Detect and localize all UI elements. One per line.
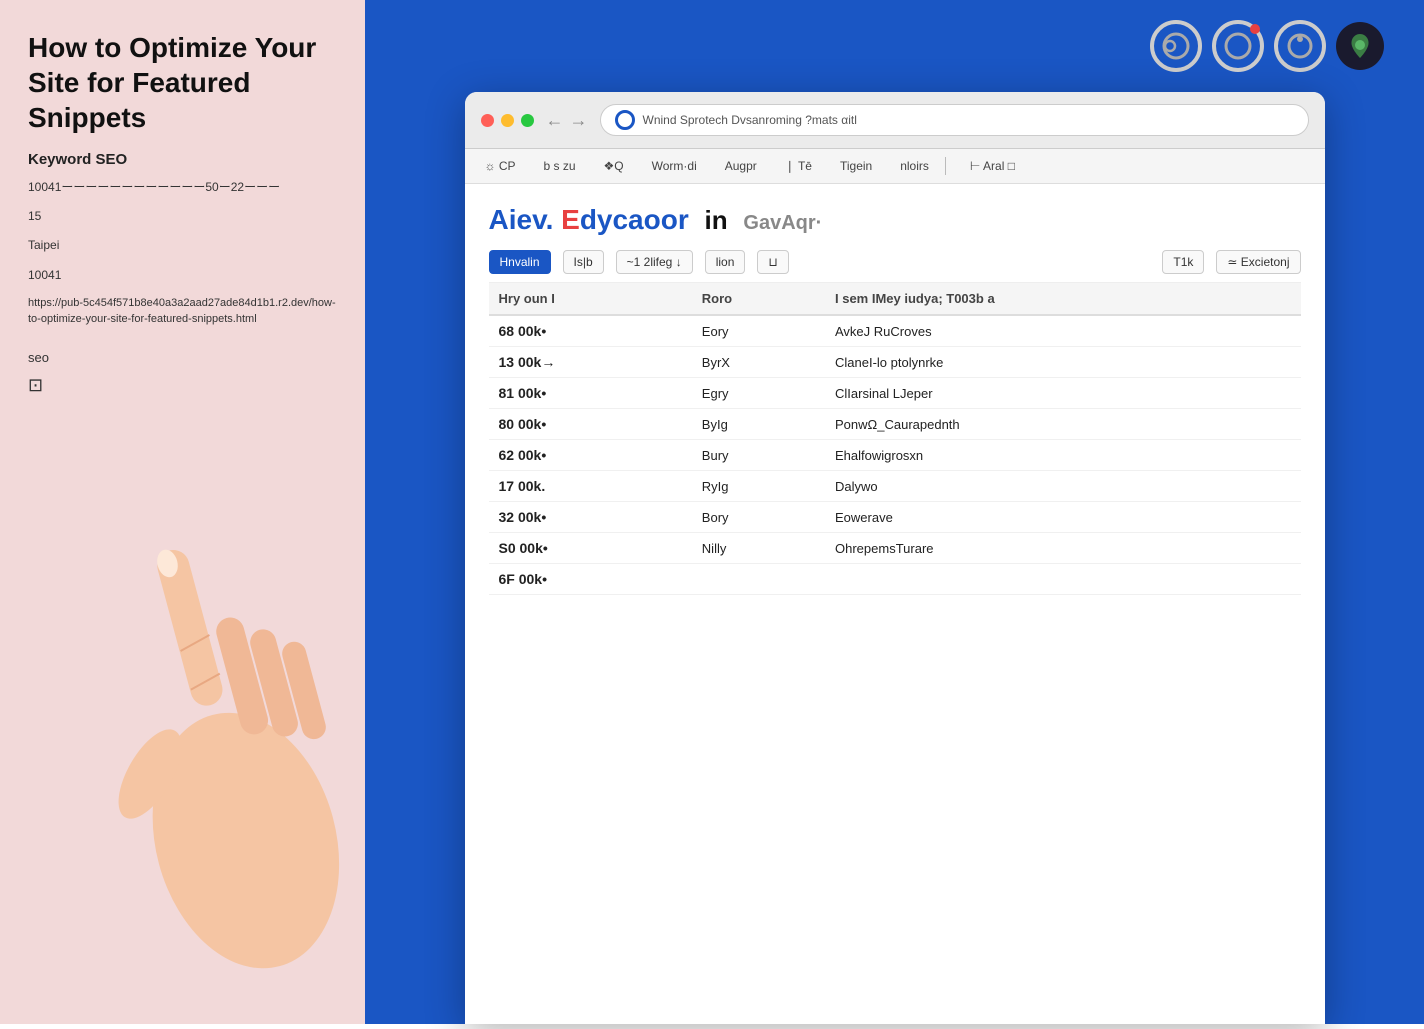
- traffic-light-yellow[interactable]: [501, 114, 514, 127]
- meta-city: Taipei: [28, 236, 337, 255]
- table-cell-col2-6: Bory: [692, 502, 825, 533]
- browser-window: ← → Wnind Sprotech Dvsanroming ?mats αit…: [465, 92, 1325, 1024]
- table-cell-col2-5: RyIg: [692, 471, 825, 502]
- tab-tigein[interactable]: Tigein: [836, 157, 876, 175]
- table-row: 32 00k•BoryEowerave: [489, 502, 1301, 533]
- table-cell-col3-7: OhrepemsTurare: [825, 533, 1301, 564]
- tab-nloirs[interactable]: nloirs: [896, 157, 946, 175]
- table-cell-col2-3: ByIg: [692, 409, 825, 440]
- table-row: 81 00k•EgryClIarsinal LJeper: [489, 378, 1301, 409]
- table-cell-col3-1: ClaneI-lo ptolynrke: [825, 347, 1301, 378]
- tab-augpr[interactable]: Augpr: [721, 157, 761, 175]
- table-cell-col2-4: Bury: [692, 440, 825, 471]
- table-cell-col3-5: Dalywo: [825, 471, 1301, 502]
- table-cell-vol-0: 68 00k•: [489, 315, 692, 347]
- meta-num: 15: [28, 207, 337, 226]
- table-cell-col2-0: Eory: [692, 315, 825, 347]
- tab-2[interactable]: ❖Q: [600, 157, 628, 175]
- table-cell-col2-7: Nilly: [692, 533, 825, 564]
- content-title-in: in: [705, 205, 728, 235]
- table-cell-vol-1: 13 00k→: [489, 347, 692, 378]
- data-table: Hry oun I Roro I sem IMey iudya; T003b a…: [489, 283, 1301, 595]
- top-icon-4: [1336, 22, 1384, 70]
- toolbar-btn-isb[interactable]: Is|b: [563, 250, 604, 274]
- table-cell-col3-0: AvkeJ RuCroves: [825, 315, 1301, 347]
- table-cell-col2-8: [692, 564, 825, 595]
- meta-id: 10041ーーーーーーーーーーーー50ー22ーーー: [28, 178, 337, 197]
- tag-seo: seo: [28, 350, 337, 365]
- top-icon-1: [1150, 20, 1202, 72]
- content-title-sub: GavAqr·: [743, 212, 822, 234]
- col-header-desc: I sem IMey iudya; T003b a: [825, 283, 1301, 315]
- table-cell-col3-4: Ehalfowigrosxn: [825, 440, 1301, 471]
- meta-code: 10041: [28, 266, 337, 285]
- table-row: 13 00k→ByrXClaneI-lo ptolynrke: [489, 347, 1301, 378]
- browser-chrome: ← → Wnind Sprotech Dvsanroming ?mats αit…: [465, 92, 1325, 149]
- table-cell-col2-2: Egry: [692, 378, 825, 409]
- tab-1[interactable]: b s zu: [540, 157, 580, 175]
- table-row: 17 00k.RyIgDalywo: [489, 471, 1301, 502]
- col-header-vol: Hry oun I: [489, 283, 692, 315]
- col-header-roro: Roro: [692, 283, 825, 315]
- table-toolbar: Hnvalin Is|b ~1 2lifeg ↓ lion ⊔ T1k ≃ Ex…: [489, 242, 1301, 283]
- table-cell-vol-7: S0 00k•: [489, 533, 692, 564]
- table-cell-col3-8: [825, 564, 1301, 595]
- toolbar-btn-icon5[interactable]: ⊔: [757, 250, 788, 274]
- table-header-row: Hry oun I Roro I sem IMey iudya; T003b a: [489, 283, 1301, 315]
- table-cell-col2-1: ByrX: [692, 347, 825, 378]
- table-cell-vol-4: 62 00k•: [489, 440, 692, 471]
- tab-te[interactable]: ❘ Tē: [781, 157, 816, 175]
- table-cell-vol-8: 6F 00k•: [489, 564, 692, 595]
- toolbar-btn-lion[interactable]: lion: [705, 250, 746, 274]
- traffic-light-green[interactable]: [521, 114, 534, 127]
- tab-0[interactable]: ☼ CP: [481, 157, 520, 175]
- tab-aral[interactable]: ⊢ Aral □: [966, 157, 1019, 175]
- toolbar-btn-excietonj[interactable]: ≃ Excietonj: [1216, 250, 1300, 274]
- nav-forward-icon[interactable]: →: [570, 110, 588, 131]
- top-icon-3: [1274, 20, 1326, 72]
- table-cell-vol-6: 32 00k•: [489, 502, 692, 533]
- table-row: 68 00k•EoryAvkeJ RuCroves: [489, 315, 1301, 347]
- tab-worm[interactable]: Worm·di: [648, 157, 701, 175]
- address-text: Wnind Sprotech Dvsanroming ?mats αitl: [643, 113, 1294, 127]
- content-title-blue: Aiev. Edycaoor: [489, 204, 689, 235]
- nav-buttons: ← →: [546, 110, 588, 131]
- table-cell-vol-2: 81 00k•: [489, 378, 692, 409]
- hand-illustration: [60, 464, 380, 1024]
- browser-content: Aiev. Edycaoor in GavAqr· Hnvalin Is|b ~…: [465, 184, 1325, 595]
- table-row: 6F 00k•: [489, 564, 1301, 595]
- right-panel: ← → Wnind Sprotech Dvsanroming ?mats αit…: [365, 0, 1424, 1024]
- table-row: 80 00k•ByIgPonwΩ_Caurapednth: [489, 409, 1301, 440]
- table-row: 62 00k•BuryEhalfowigrosxn: [489, 440, 1301, 471]
- address-bar[interactable]: Wnind Sprotech Dvsanroming ?mats αitl: [600, 104, 1309, 136]
- top-icons-row: [1150, 20, 1424, 72]
- table-cell-col3-2: ClIarsinal LJeper: [825, 378, 1301, 409]
- article-title: How to Optimize Your Site for Featured S…: [28, 30, 337, 135]
- content-header: Aiev. Edycaoor in GavAqr·: [489, 204, 1301, 236]
- left-panel: How to Optimize Your Site for Featured S…: [0, 0, 365, 1024]
- table-row: S0 00k•NillyOhrepemsTurare: [489, 533, 1301, 564]
- toolbar-btn-t1k[interactable]: T1k: [1162, 250, 1204, 274]
- table-cell-col3-3: PonwΩ_Caurapednth: [825, 409, 1301, 440]
- keyword-label: Keyword SEO: [28, 151, 337, 168]
- traffic-lights: [481, 114, 534, 127]
- tag-icon: ⊡: [28, 375, 337, 396]
- meta-url: https://pub-5c454f571b8e40a3a2aad27ade84…: [28, 295, 337, 328]
- table-cell-col3-6: Eowerave: [825, 502, 1301, 533]
- browser-tabs-bar: ☼ CP b s zu ❖Q Worm·di Augpr ❘ Tē Tigein…: [465, 149, 1325, 184]
- table-cell-vol-5: 17 00k.: [489, 471, 692, 502]
- address-circle-icon: [615, 110, 635, 130]
- hand-svg: [60, 464, 380, 1024]
- traffic-light-red[interactable]: [481, 114, 494, 127]
- table-cell-vol-3: 80 00k•: [489, 409, 692, 440]
- toolbar-btn-12lifeg[interactable]: ~1 2lifeg ↓: [616, 250, 693, 274]
- nav-back-icon[interactable]: ←: [546, 110, 564, 131]
- toolbar-btn-hnvalin[interactable]: Hnvalin: [489, 250, 551, 274]
- content-title-main: Aiev. Edycaoor in GavAqr·: [489, 204, 823, 235]
